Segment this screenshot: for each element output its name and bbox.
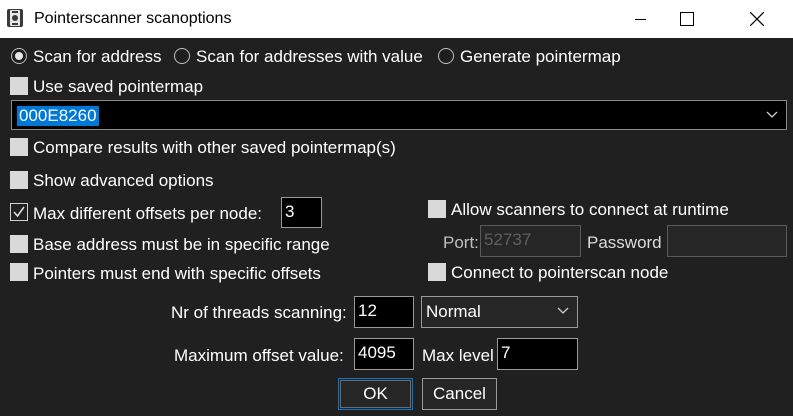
window-title: Pointerscanner scanoptions xyxy=(34,10,232,27)
ok-button[interactable]: OK xyxy=(338,378,413,410)
max-offset-value-label: Maximum offset value: xyxy=(174,346,344,365)
address-value[interactable]: 000E8260 xyxy=(17,106,99,126)
close-icon xyxy=(750,12,764,26)
allow-scanners-label[interactable]: Allow scanners to connect at runtime xyxy=(451,200,729,220)
scanoptions-window: Pointerscanner scanoptions Scan for addr… xyxy=(0,0,793,416)
radio-scan-for-address[interactable] xyxy=(11,48,27,64)
end-offsets-label[interactable]: Pointers must end with specific offsets xyxy=(33,264,321,284)
max-offsets-checkbox[interactable] xyxy=(10,203,28,221)
connect-node-checkbox[interactable] xyxy=(428,263,446,281)
generate-pointermap-label[interactable]: Generate pointermap xyxy=(460,47,621,67)
allow-scanners-checkbox[interactable] xyxy=(428,200,446,218)
connect-node-label[interactable]: Connect to pointerscan node xyxy=(451,263,668,283)
thread-priority-value: Normal xyxy=(426,302,481,321)
end-offsets-checkbox[interactable] xyxy=(10,263,28,281)
compare-results-label[interactable]: Compare results with other saved pointer… xyxy=(33,138,396,158)
minimize-button[interactable] xyxy=(618,0,664,38)
max-offsets-input[interactable]: 3 xyxy=(281,197,322,228)
maximize-icon xyxy=(680,12,694,26)
close-button[interactable] xyxy=(734,0,780,38)
max-offsets-label[interactable]: Max different offsets per node: xyxy=(33,204,262,224)
show-advanced-label[interactable]: Show advanced options xyxy=(33,171,214,191)
threads-label: Nr of threads scanning: xyxy=(171,303,347,322)
chevron-down-icon xyxy=(557,307,569,314)
scan-for-address-label[interactable]: Scan for address xyxy=(33,47,162,67)
scan-with-value-label[interactable]: Scan for addresses with value xyxy=(196,47,423,67)
base-range-label[interactable]: Base address must be in specific range xyxy=(33,235,330,255)
max-offset-value-input[interactable]: 4095 xyxy=(354,338,414,370)
radio-generate-pointermap[interactable] xyxy=(438,48,454,64)
compare-results-checkbox[interactable] xyxy=(10,138,28,156)
use-saved-pointermap-checkbox[interactable] xyxy=(10,77,28,95)
max-level-input[interactable]: 7 xyxy=(497,338,578,370)
port-input[interactable]: 52737 xyxy=(480,225,581,257)
address-combobox[interactable]: 000E8260 xyxy=(11,100,787,130)
port-label: Port: xyxy=(443,233,479,252)
maximize-button[interactable] xyxy=(664,0,710,38)
cancel-button[interactable]: Cancel xyxy=(422,378,497,410)
checkmark-icon xyxy=(13,206,25,218)
radio-scan-for-addresses-with-value[interactable] xyxy=(174,48,190,64)
threads-input[interactable]: 12 xyxy=(354,296,414,328)
title-bar[interactable]: Pointerscanner scanoptions xyxy=(0,0,793,38)
minimize-icon xyxy=(635,19,646,20)
base-range-checkbox[interactable] xyxy=(10,235,28,253)
password-input[interactable] xyxy=(667,225,787,257)
show-advanced-checkbox[interactable] xyxy=(10,171,28,189)
chevron-down-icon[interactable] xyxy=(758,101,786,129)
thread-priority-select[interactable]: Normal xyxy=(421,296,578,328)
cheat-engine-icon xyxy=(6,8,24,28)
use-saved-pointermap-label[interactable]: Use saved pointermap xyxy=(33,77,203,97)
password-label: Password xyxy=(587,233,662,252)
max-level-label: Max level xyxy=(422,346,494,365)
